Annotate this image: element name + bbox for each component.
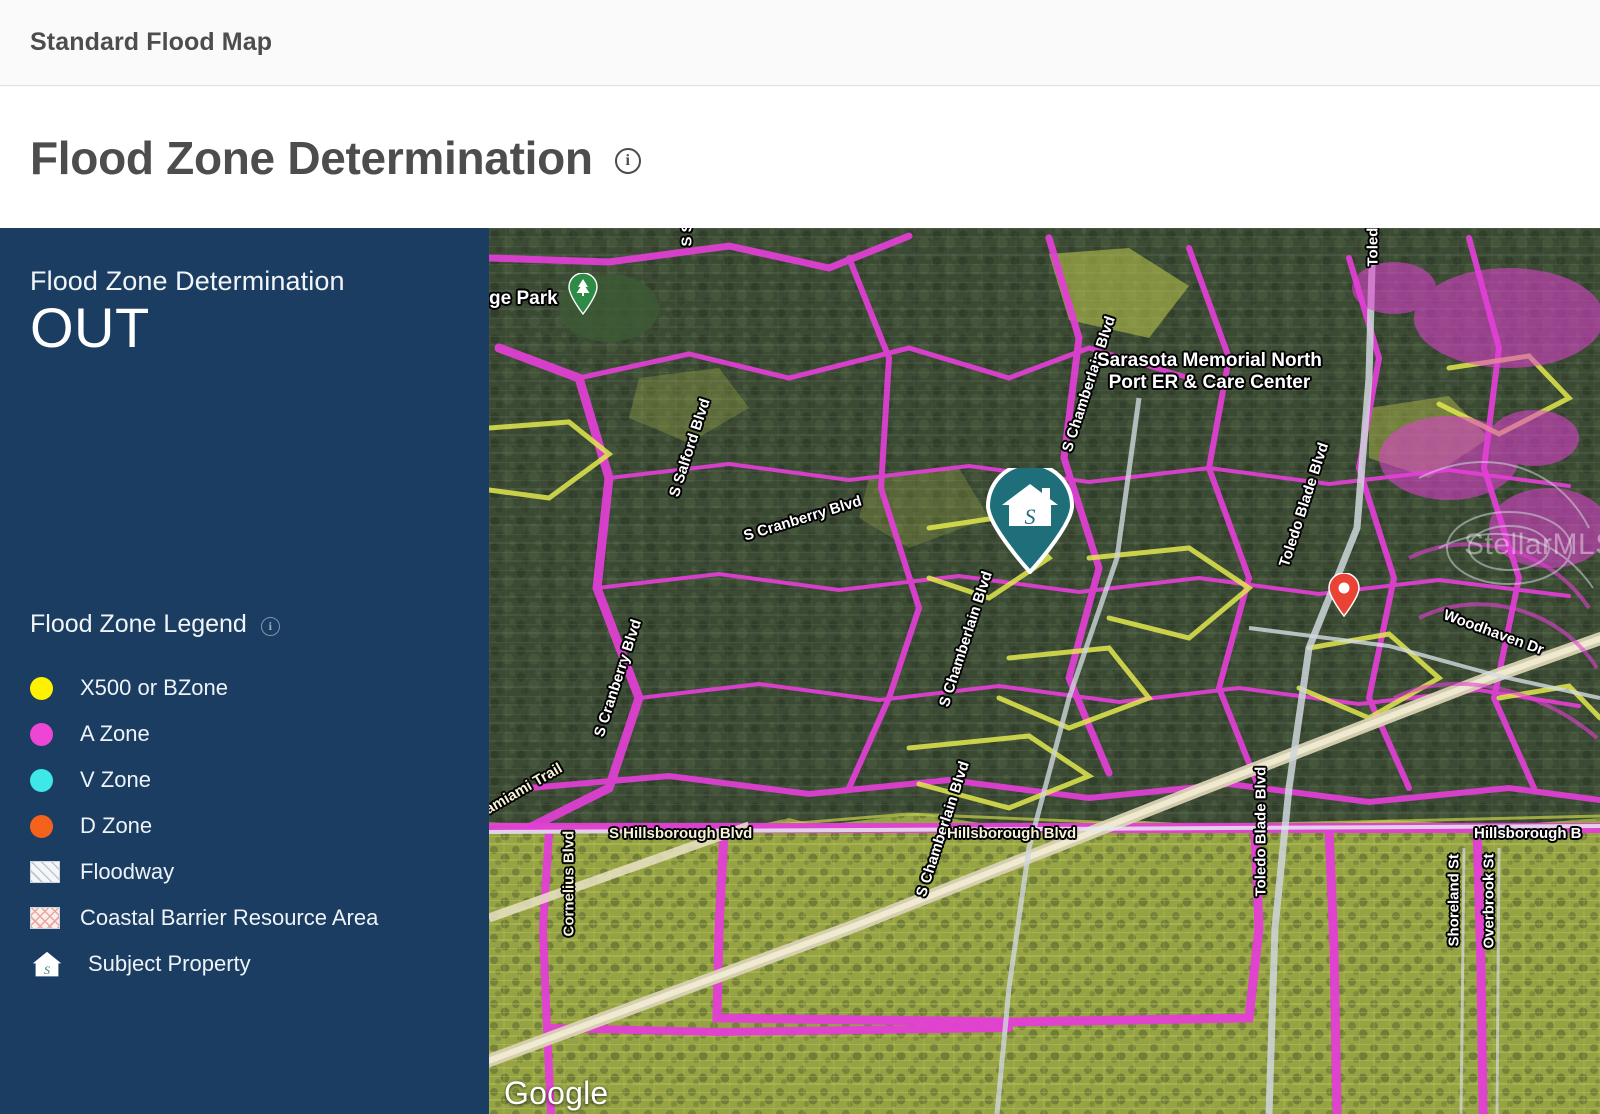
content-area: Flood Zone Determination OUT Flood Zone …	[0, 228, 1600, 1114]
hospital-marker-icon[interactable]	[1327, 573, 1361, 617]
legend-title: Flood Zone Legend	[30, 610, 247, 639]
determination-value: OUT	[30, 299, 489, 358]
legend-dot-a-zone	[30, 723, 70, 746]
flood-zone-page: Standard Flood Map Flood Zone Determinat…	[0, 0, 1600, 1114]
flood-zone-legend: Flood Zone Legend i X500 or BZone	[30, 610, 470, 987]
legend-dot-x500-shape	[30, 677, 53, 700]
legend-swatch-floodway-shape	[30, 861, 60, 883]
legend-item-cbra: Coastal Barrier Resource Area	[30, 895, 470, 941]
legend-house-icon: S	[30, 949, 70, 979]
legend-item-x500: X500 or BZone	[30, 665, 470, 711]
info-icon[interactable]: i	[615, 148, 641, 174]
legend-dot-x500	[30, 677, 70, 700]
section-title: Standard Flood Map	[30, 28, 272, 57]
flood-map[interactable]: ge Park S Sa S Salford Blvd S Cranberry …	[489, 228, 1600, 1114]
legend-item-subject-property: S Subject Property	[30, 941, 470, 987]
page-title: Flood Zone Determination	[30, 131, 593, 185]
legend-swatch-floodway	[30, 861, 70, 883]
legend-items-list: X500 or BZone A Zone V Zone	[30, 665, 470, 987]
legend-dot-a-zone-shape	[30, 723, 53, 746]
google-attribution: Google	[504, 1075, 608, 1112]
subject-marker-letter: S	[1025, 504, 1036, 529]
legend-dot-v-zone-shape	[30, 769, 53, 792]
legend-info-icon[interactable]: i	[261, 617, 280, 636]
legend-item-floodway: Floodway	[30, 849, 470, 895]
legend-header: Flood Zone Legend i	[30, 610, 470, 639]
mls-watermark: StellarMLS	[1464, 528, 1600, 562]
legend-dot-d-zone	[30, 815, 70, 838]
legend-item-a-zone: A Zone	[30, 711, 470, 757]
section-topbar: Standard Flood Map	[0, 0, 1600, 86]
legend-swatch-cbra	[30, 907, 70, 929]
legend-label-a-zone: A Zone	[80, 721, 150, 747]
legend-label-floodway: Floodway	[80, 859, 174, 885]
legend-item-v-zone: V Zone	[30, 757, 470, 803]
page-header: Flood Zone Determination i	[0, 87, 1600, 228]
park-marker-icon[interactable]	[567, 273, 599, 315]
legend-label-v-zone: V Zone	[80, 767, 151, 793]
subject-property-marker[interactable]: S	[984, 468, 1076, 574]
legend-dot-d-zone-shape	[30, 815, 53, 838]
legend-dot-v-zone	[30, 769, 70, 792]
legend-label-subject-property: Subject Property	[88, 951, 251, 977]
legend-label-d-zone: D Zone	[80, 813, 152, 839]
legend-house-icon-shape: S	[30, 949, 64, 979]
legend-swatch-cbra-shape	[30, 907, 60, 929]
legend-label-cbra: Coastal Barrier Resource Area	[80, 905, 378, 931]
legend-label-x500: X500 or BZone	[80, 675, 228, 701]
map-imagery	[489, 228, 1600, 1114]
legend-item-d-zone: D Zone	[30, 803, 470, 849]
determination-label: Flood Zone Determination	[30, 266, 489, 297]
flood-zone-sidebar: Flood Zone Determination OUT Flood Zone …	[0, 228, 489, 1114]
svg-text:S: S	[44, 963, 50, 977]
